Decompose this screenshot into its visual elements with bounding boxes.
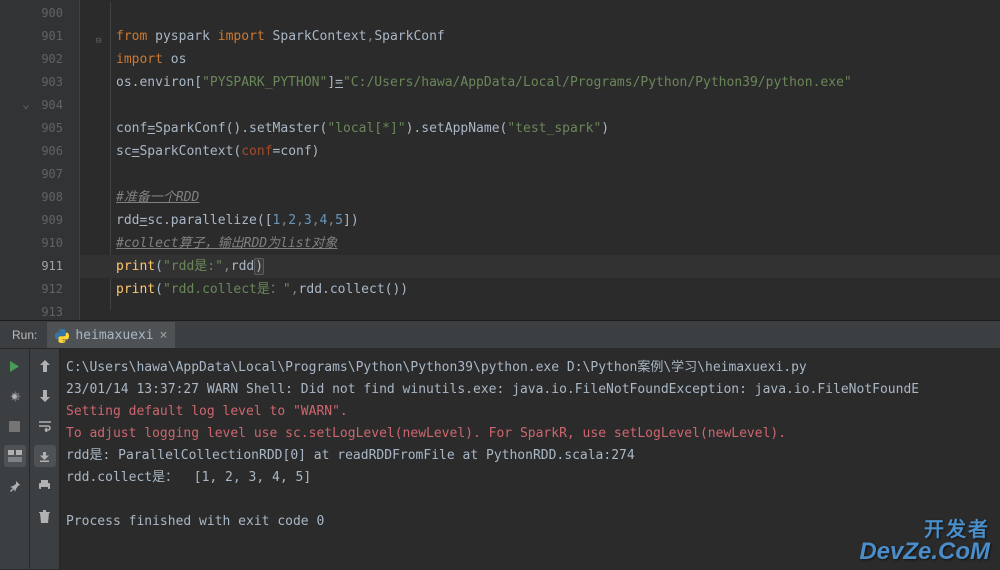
line-number[interactable]: 913 [0, 301, 79, 324]
python-icon [55, 329, 69, 343]
code-line[interactable]: sc=SparkContext(conf=conf) [80, 140, 1000, 163]
line-number[interactable]: 901 [0, 25, 79, 48]
code-line[interactable]: print("rdd.collect是：",rdd.collect()) [80, 278, 1000, 301]
settings-button[interactable] [4, 385, 26, 407]
pin-button[interactable] [4, 475, 26, 497]
line-number[interactable]: 908 [0, 186, 79, 209]
up-button[interactable] [34, 355, 56, 377]
stop-button[interactable] [4, 415, 26, 437]
console-line: 23/01/14 13:37:27 WARN Shell: Did not fi… [64, 379, 996, 401]
rerun-button[interactable] [4, 355, 26, 377]
line-number[interactable]: 904 [0, 94, 79, 117]
line-number[interactable]: 906 [0, 140, 79, 163]
code-line[interactable]: rdd=sc.parallelize([1,2,3,4,5]) [80, 209, 1000, 232]
line-number[interactable]: 907 [0, 163, 79, 186]
fold-chevron-icon[interactable]: ⌄ [22, 97, 30, 112]
watermark: 开发者 DevZe.CoM [859, 520, 990, 564]
code-line[interactable]: print("rdd是:",rdd) [80, 255, 1000, 278]
layout-button[interactable] [4, 445, 26, 467]
line-number[interactable]: 903 [0, 71, 79, 94]
code-line[interactable] [80, 163, 1000, 186]
down-button[interactable] [34, 385, 56, 407]
code-line[interactable]: conf=SparkConf().setMaster("local[*]").s… [80, 117, 1000, 140]
code-editor[interactable]: ⌄ 90090190290390490590690790890991091191… [0, 0, 1000, 320]
code-line[interactable]: #collect算子，输出RDD为list对象 [80, 232, 1000, 255]
console-line [64, 489, 996, 511]
code-line[interactable] [80, 94, 1000, 117]
line-number[interactable]: 910 [0, 232, 79, 255]
run-toolbar-secondary [30, 349, 60, 569]
console-line: Process finished with exit code 0 [64, 511, 996, 533]
line-number[interactable]: 912 [0, 278, 79, 301]
line-number[interactable]: 905 [0, 117, 79, 140]
line-number[interactable]: 902 [0, 48, 79, 71]
run-panel-header: Run: heimaxuexi × [0, 321, 1000, 349]
code-line[interactable]: #准备一个RDD [80, 186, 1000, 209]
line-number[interactable]: 900 [0, 2, 79, 25]
line-number[interactable]: 909 [0, 209, 79, 232]
scroll-to-end-button[interactable] [34, 445, 56, 467]
run-tab-heimaxuexi[interactable]: heimaxuexi × [47, 322, 175, 348]
editor-gutter: ⌄ 90090190290390490590690790890991091191… [0, 0, 80, 320]
code-line[interactable]: import os [80, 48, 1000, 71]
fold-icon[interactable]: ⊟ [96, 30, 105, 39]
run-toolbar-primary [0, 349, 30, 569]
print-button[interactable] [34, 475, 56, 497]
run-tab-label: heimaxuexi [75, 328, 153, 343]
console-line: rdd是: ParallelCollectionRDD[0] at readRD… [64, 445, 996, 467]
code-line[interactable]: ⊟from pyspark import SparkContext,SparkC… [80, 25, 1000, 48]
code-content[interactable]: ⊟from pyspark import SparkContext,SparkC… [80, 0, 1000, 320]
close-icon[interactable]: × [160, 328, 168, 343]
code-line[interactable]: os.environ["PYSPARK_PYTHON"]="C:/Users/h… [80, 71, 1000, 94]
console-line: rdd.collect是： [1, 2, 3, 4, 5] [64, 467, 996, 489]
code-line[interactable] [80, 301, 1000, 324]
soft-wrap-button[interactable] [34, 415, 56, 437]
console-line: To adjust logging level use sc.setLogLev… [64, 423, 996, 445]
console-line: C:\Users\hawa\AppData\Local\Programs\Pyt… [64, 357, 996, 379]
code-line[interactable] [80, 2, 1000, 25]
run-panel-label: Run: [0, 328, 47, 342]
run-panel-body: C:\Users\hawa\AppData\Local\Programs\Pyt… [0, 349, 1000, 569]
trash-button[interactable] [34, 505, 56, 527]
line-number[interactable]: 911 [0, 255, 79, 278]
console-line: Setting default log level to "WARN". [64, 401, 996, 423]
